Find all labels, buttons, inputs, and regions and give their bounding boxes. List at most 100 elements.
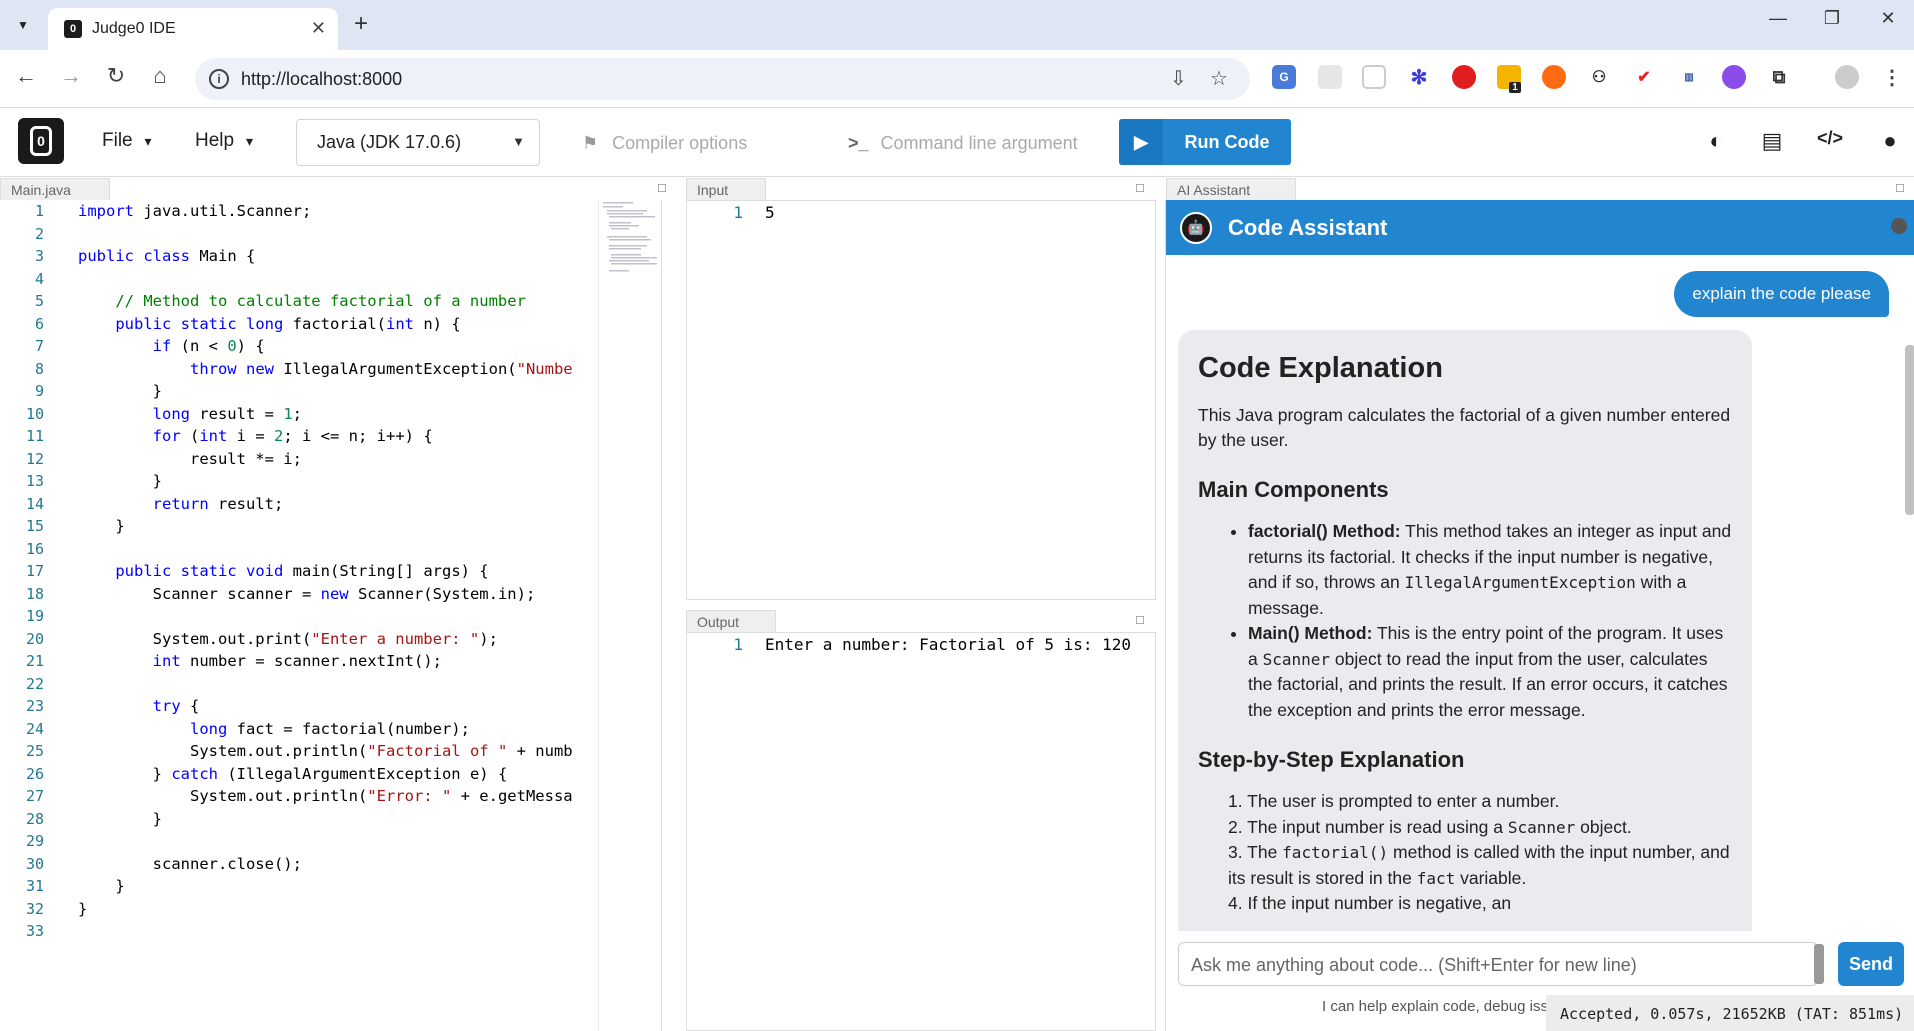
close-window-icon[interactable]: ✕ (1868, 8, 1908, 29)
resize-handle[interactable] (1814, 944, 1824, 984)
line-number: 13 (25, 472, 44, 490)
browser-tab[interactable]: 0 Judge0 IDE ✕ (48, 8, 338, 50)
github-icon[interactable]: ● (1875, 128, 1905, 154)
list-item: 2. The input number is read using a Scan… (1228, 816, 1632, 837)
stdin-editor[interactable]: 1 5 (686, 200, 1156, 600)
code-line: if (n < 0) { (152, 337, 265, 355)
settings-icon[interactable] (1891, 218, 1907, 234)
extension-icon[interactable]: ✻ (1407, 65, 1431, 89)
assistant-message: Code Explanation This Java program calcu… (1178, 330, 1752, 931)
play-icon: ▶ (1119, 119, 1163, 165)
ai-assistant-tab[interactable]: AI Assistant (1166, 178, 1296, 200)
run-code-label: Run Code (1184, 131, 1270, 152)
url-text[interactable]: http://localhost:8000 (241, 69, 402, 90)
minimap-preview (603, 202, 657, 272)
extension-icon[interactable]: ▥ (1677, 65, 1701, 89)
maximize-icon[interactable]: □ (658, 180, 666, 195)
tab-search-chevron-icon[interactable]: ▼ (10, 12, 36, 38)
new-tab-icon[interactable]: + (354, 10, 368, 38)
send-button[interactable]: Send (1838, 942, 1904, 986)
chat-scrollbar[interactable] (1905, 345, 1914, 515)
line-number: 26 (25, 764, 44, 783)
ai-header: 🤖 Code Assistant (1166, 200, 1914, 255)
stdout-text: Enter a number: Factorial of 5 is: 120 (765, 635, 1132, 654)
command-line-args-input[interactable]: >_ Command line arguments (848, 128, 1078, 158)
extensions-puzzle-icon[interactable]: ⧉ (1767, 65, 1791, 89)
extension-icon[interactable] (1318, 65, 1342, 89)
extension-icon[interactable]: 1 (1497, 65, 1521, 93)
code-line: // Method to calculate factorial of a nu… (115, 292, 526, 310)
code-line: } catch (IllegalArgumentException e) { (78, 764, 508, 783)
reload-icon[interactable]: ↻ (100, 63, 132, 89)
extension-icon[interactable] (1722, 65, 1746, 89)
code-line: try { (152, 697, 200, 715)
book-icon[interactable]: ▤ (1757, 128, 1787, 154)
line-number-gutter: 1 2 3 4 5 6 7 8 9 10 11 12 13 14 15 16 17 18 19 20 21 22 23 24 2… (0, 200, 60, 1031)
maximize-icon[interactable]: □ (1136, 180, 1144, 195)
extension-icon[interactable] (1542, 65, 1566, 89)
code-line: } (78, 809, 162, 828)
home-icon[interactable]: ⌂ (144, 63, 176, 89)
output-tab[interactable]: Output (686, 610, 776, 632)
code-line: return result; (152, 494, 284, 513)
site-info-icon[interactable]: i (209, 69, 229, 89)
input-tab[interactable]: Input (686, 178, 766, 200)
line-number: 25 (25, 742, 44, 760)
code-line: } (78, 899, 88, 918)
maximize-icon[interactable]: □ (1896, 180, 1904, 195)
line-number: 21 (25, 652, 44, 670)
line-number: 8 (34, 359, 44, 378)
line-number: 3 (34, 247, 44, 265)
chat-input[interactable]: Ask me anything about code... (Shift+Ent… (1178, 942, 1818, 986)
run-code-button[interactable]: ▶ Run Code (1119, 119, 1291, 165)
extension-icon[interactable]: ✔ (1632, 65, 1656, 89)
back-icon[interactable]: ← (10, 63, 42, 89)
stdin-text[interactable]: 5 (765, 201, 775, 225)
minimize-icon[interactable]: — (1758, 8, 1798, 29)
terminal-icon: >_ (848, 132, 869, 153)
profile-avatar[interactable] (1835, 65, 1859, 89)
forward-icon[interactable]: → (55, 63, 87, 89)
menu-help[interactable]: Help (195, 130, 253, 152)
code-editor[interactable]: 1 2 3 4 5 6 7 8 9 10 11 12 13 14 15 16 17 18 19 20 21 22 23 24 2… (0, 200, 662, 1031)
judge0-logo: 0 (18, 118, 64, 164)
chat-messages[interactable]: explain the code please Code Explanation… (1166, 255, 1914, 931)
bookmark-star-icon[interactable]: ☆ (1210, 66, 1228, 91)
adblock-extension-icon[interactable] (1452, 65, 1476, 89)
theme-toggle-icon[interactable]: ◐ (1701, 128, 1731, 154)
maximize-icon[interactable]: □ (1136, 612, 1144, 627)
code-content[interactable]: import java.util.Scanner; public class M… (78, 200, 593, 1031)
extension-icon[interactable]: ⚇ (1587, 65, 1611, 89)
editor-minimap[interactable] (598, 200, 662, 1031)
restore-icon[interactable]: ❐ (1812, 8, 1852, 29)
stdout-viewer[interactable]: 1 Enter a number: Factorial of 5 is: 120 (686, 632, 1156, 1031)
install-app-icon[interactable]: ⇩ (1170, 66, 1187, 91)
editor-tab[interactable]: Main.java (0, 178, 110, 200)
ai-title: Code Assistant (1228, 214, 1388, 240)
translate-extension-icon[interactable]: G (1272, 65, 1296, 89)
menu-file[interactable]: File (102, 130, 152, 152)
code-icon[interactable]: </> (1815, 128, 1845, 149)
browser-menu-icon[interactable]: ⋮ (1880, 65, 1904, 89)
steps-heading: Step-by-Step Explanation (1198, 747, 1465, 772)
tab-close-icon[interactable]: ✕ (311, 18, 326, 39)
address-bar: ← → ↻ ⌂ i http://localhost:8000 ⇩ ☆ G ✻ … (0, 50, 1914, 108)
language-select[interactable]: Java (JDK 17.0.6) ▼ (296, 119, 540, 166)
compiler-options-placeholder: Compiler options (612, 132, 748, 153)
code-line: long fact = factorial(number); (189, 719, 470, 738)
compiler-options-input[interactable]: ⚑ Compiler options (582, 128, 822, 158)
ai-assistant-panel: 🤖 Code Assistant explain the code please… (1165, 200, 1914, 1031)
line-number: 12 (25, 449, 44, 468)
omnibox[interactable]: i http://localhost:8000 ⇩ ☆ (195, 58, 1250, 100)
line-number: 7 (34, 337, 44, 355)
code-line: System.out.print("Enter a number: "); (78, 629, 498, 648)
extension-icon[interactable] (1362, 65, 1386, 89)
line-number: 17 (25, 562, 44, 580)
code-line: public class Main { (78, 247, 256, 265)
status-bar: Accepted, 0.057s, 21652KB (TAT: 851ms) (1546, 995, 1914, 1031)
line-number: 28 (25, 809, 44, 828)
code-line: for (int i = 2; i <= n; i++) { (152, 427, 433, 445)
